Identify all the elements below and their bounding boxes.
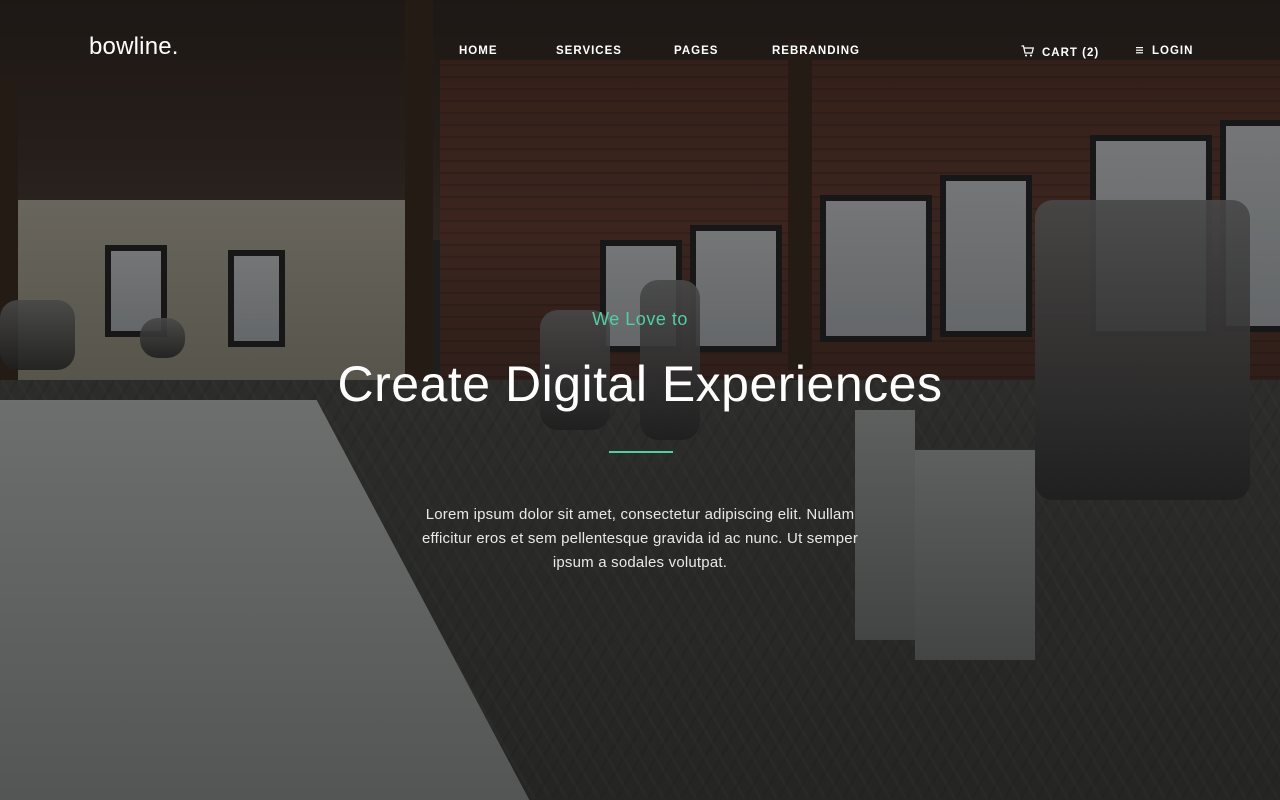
cart-icon: [1021, 45, 1035, 60]
hero-tagline: We Love to: [592, 309, 688, 329]
menu-lines-icon: [1136, 45, 1144, 57]
login-link[interactable]: LOGIN: [1136, 45, 1193, 57]
top-navbar: bowline. HOME SERVICES PAGES REBRANDING …: [0, 0, 1280, 100]
nav-item-pages[interactable]: PAGES: [674, 45, 718, 57]
nav-item-services[interactable]: SERVICES: [556, 45, 622, 57]
hero-headline: Create Digital Experiences: [337, 356, 943, 412]
cart-label: CART (2): [1042, 46, 1100, 59]
login-label: LOGIN: [1152, 45, 1194, 57]
cart-link[interactable]: CART (2): [1021, 45, 1099, 60]
hero-section: bowline. HOME SERVICES PAGES REBRANDING …: [0, 0, 1280, 800]
accent-divider: [609, 451, 673, 453]
hero-description: Lorem ipsum dolor sit amet, consectetur …: [421, 506, 859, 571]
nav-item-rebranding[interactable]: REBRANDING: [772, 45, 860, 57]
nav-item-home[interactable]: HOME: [459, 45, 498, 57]
